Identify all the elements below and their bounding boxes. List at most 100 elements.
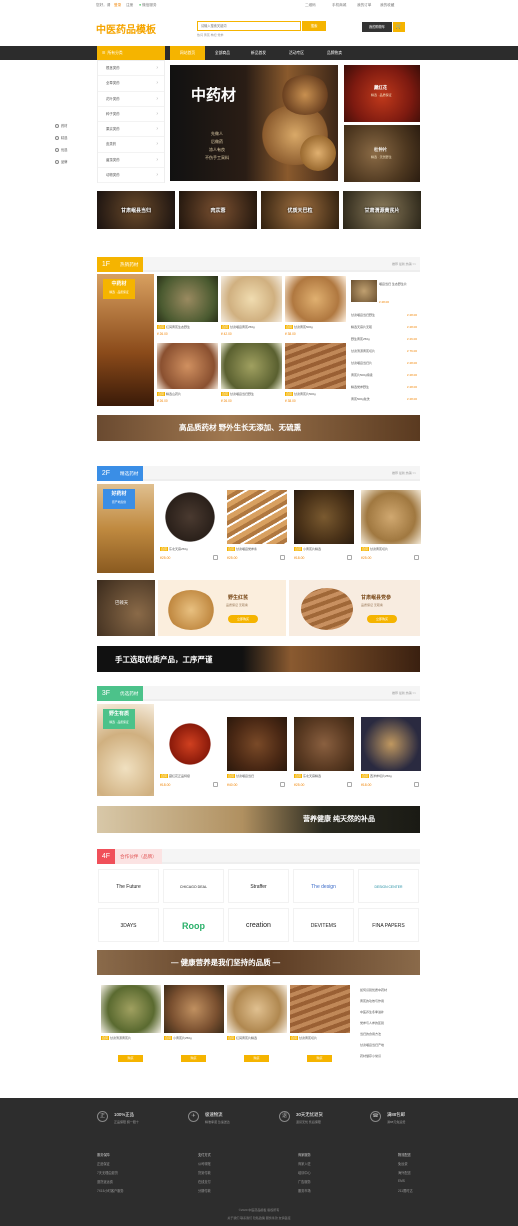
search-button[interactable]: 搜索 [302, 21, 326, 31]
footer-link[interactable]: 211限时达 [398, 1188, 413, 1193]
login-link[interactable]: 登录 [114, 0, 121, 10]
news-item[interactable]: 党参与人参的区别 [360, 1021, 420, 1025]
product-card[interactable]: 自营 甘肃岷县党参条 ¥25.00 [227, 490, 287, 565]
category-item[interactable]: 动物类药 [98, 168, 164, 184]
hero-banner[interactable] [170, 65, 338, 181]
list-item[interactable]: 甘肃渭源黄芪切片 ¥ 76.00 [351, 349, 417, 353]
footer-link[interactable]: EMS [398, 1179, 405, 1183]
footer-links[interactable]: 关于我们 联系我们 隐私政策 服务条款 友情链接 [0, 1216, 518, 1220]
float-nav-brand[interactable]: 品牌 [55, 157, 73, 167]
promo-eucommia[interactable]: 杜仲片 精选 · 天然野生 [344, 125, 420, 182]
buy-button[interactable]: 购买 [307, 1055, 332, 1062]
news-item[interactable]: 如何识别优质中药材 [360, 988, 420, 992]
nav-home[interactable]: 网站首页 [170, 46, 205, 60]
list-item[interactable]: 黄芪片500g特级 ¥ 28.00 [351, 373, 417, 377]
nav-brand[interactable]: 品牌热卖 [317, 46, 352, 60]
cart-count[interactable]: 🛒 [393, 22, 405, 32]
buy-button[interactable]: 购买 [181, 1055, 206, 1062]
product-card[interactable]: 自营 小黄芪片精选 ¥18.00 [294, 490, 354, 565]
promo-morinda[interactable]: 巴戟天 [97, 580, 155, 636]
nav-activity[interactable]: 活动专区 [279, 46, 314, 60]
tile-angelica[interactable]: 甘肃岷县当归 [97, 191, 175, 229]
promo-saffron[interactable]: 藏红花 精选 · 品质保证 [344, 65, 420, 122]
list-thumb[interactable] [351, 280, 377, 302]
buy-button[interactable]: 购买 [244, 1055, 269, 1062]
nav-new[interactable]: 新品首发 [241, 46, 276, 60]
partner-logo[interactable]: Roop [163, 908, 224, 942]
buy-now-button[interactable]: 立即购买 [367, 615, 397, 623]
strip-banner-3[interactable]: 营养健康 纯天然的补品 [97, 806, 420, 833]
category-item[interactable]: 根茎类药 [98, 61, 164, 77]
footer-link[interactable]: 货到付款 [198, 1170, 211, 1175]
footer-link[interactable]: 培训中心 [298, 1170, 311, 1175]
category-item[interactable]: 菌藻类药 [98, 153, 164, 169]
footer-link[interactable]: 7天无理由退货 [97, 1170, 118, 1175]
strip-banner-4[interactable]: — 健康营养是我们坚持的品质 — [97, 950, 420, 975]
search-input[interactable] [197, 21, 301, 31]
buy-button[interactable]: 购买 [118, 1055, 143, 1062]
partner-logo[interactable]: CHICAGO DEAL [163, 869, 224, 903]
cart-button[interactable]: 我的购物车 [362, 22, 392, 32]
category-item[interactable]: 花叶类药 [98, 92, 164, 107]
partner-logo[interactable]: DEVITEMS [293, 908, 354, 942]
list-item[interactable]: 精选党参野生 ¥ 28.00 [351, 385, 417, 389]
category-item[interactable]: 果实类药 [98, 122, 164, 138]
partner-logo[interactable]: Straffer [228, 869, 289, 903]
register-link[interactable]: 注册 [126, 0, 133, 10]
qr-link[interactable]: 二维码 [305, 0, 316, 10]
tile-cistanche[interactable]: 肉苁蓉 [179, 191, 257, 229]
list-item[interactable]: 甘肃岷县当归片 ¥ 28.00 [351, 361, 417, 365]
list-item[interactable]: 黄芪500g免洗 ¥ 28.00 [351, 397, 417, 401]
category-item[interactable]: 全草类药 [98, 76, 164, 92]
footer-link[interactable]: 公司转账 [198, 1161, 211, 1166]
footer-link[interactable]: 分期付款 [198, 1188, 211, 1193]
footer-link[interactable]: 服务市场 [298, 1188, 311, 1193]
list-item[interactable]: 甘肃岷县当归野生 ¥ 28.00 [351, 313, 417, 317]
product-card[interactable]: 自营 藏红花正品特级 ¥18.00 [160, 717, 220, 792]
partner-logo[interactable]: creation [228, 908, 289, 942]
footer-link[interactable]: 商家入驻 [298, 1161, 311, 1166]
product-card[interactable]: 自营 红润黄芪生态野生 ¥ 26.00 [157, 276, 218, 338]
partner-logo[interactable]: FINA PAPERS [358, 908, 419, 942]
list-item[interactable]: 岷县当归 生态野生片 [379, 282, 417, 286]
orders-link[interactable]: 我的订单 [357, 0, 371, 10]
footer-link[interactable]: 海外配送 [398, 1170, 411, 1175]
product-card[interactable]: 自营 甘肃黄芪切片 购买 [290, 985, 350, 1065]
partner-logo[interactable]: 3DAYS [98, 908, 159, 942]
footer-link[interactable]: 7X15小时客户服务 [97, 1188, 124, 1193]
product-card[interactable]: 自营 红润黄芪片精选 购买 [227, 985, 287, 1065]
category-item[interactable]: 种子类药 [98, 107, 164, 123]
strip-banner-2[interactable]: 手工选取优质产品，工序严谨 [97, 646, 420, 672]
news-item[interactable]: 中医养生冬季进补 [360, 1010, 420, 1014]
list-item[interactable]: 野生黄芪250g ¥ 26.00 [351, 337, 417, 341]
product-card[interactable]: 自营 甘肃黄芪片500g ¥ 38.00 [285, 343, 346, 405]
tile-astragalus[interactable]: 甘肃渭源黄芪片 [343, 191, 421, 229]
tile-gastrodia[interactable]: 优质天巴粒 [261, 191, 339, 229]
news-item[interactable]: 黄芪的功效与作用 [360, 999, 420, 1003]
product-card[interactable]: 自营 甘肃黄芪500g ¥ 38.00 [285, 276, 346, 338]
wechat-link[interactable]: ● 微信服务 [139, 0, 157, 10]
promo-red-astragalus[interactable]: 野生红芪 品质保证 无硫熏 立即购买 [158, 580, 286, 636]
float-nav-select[interactable]: 精选 [55, 133, 73, 143]
partner-logo[interactable]: The design [293, 869, 354, 903]
product-card[interactable]: 自营 甘肃岷县当归野生 ¥ 26.00 [221, 343, 282, 405]
news-item[interactable]: 药材储存小常识 [360, 1054, 420, 1058]
site-logo[interactable]: 中医药品模板 [96, 21, 156, 36]
footer-link[interactable]: 免运费 [398, 1161, 408, 1166]
footer-link[interactable]: 正品保证 [97, 1161, 110, 1166]
float-nav-herbs[interactable]: 药材 [55, 121, 73, 131]
footer-link[interactable]: 退货返运费 [97, 1179, 113, 1184]
list-item[interactable]: 精选天麻片无硫 ¥ 28.00 [351, 325, 417, 329]
product-card[interactable]: 自营 小黄芪片250g 购买 [164, 985, 224, 1065]
buy-now-button[interactable]: 立即购买 [228, 615, 258, 623]
phone-link[interactable]: 手机商城 [332, 0, 346, 10]
product-card[interactable]: 自营 甘肃黄芪切片 ¥25.00 [361, 490, 421, 565]
nav-all[interactable]: 全部商品 [205, 46, 240, 60]
product-card[interactable]: 自营 东北天麻250g ¥25.00 [160, 490, 220, 565]
product-card[interactable]: 自营 甘肃岷县黄芪250g ¥ 42.00 [221, 276, 282, 338]
all-categories-button[interactable]: ☰ 所有分类 [97, 46, 165, 60]
footer-link[interactable]: 广告服务 [298, 1179, 311, 1184]
strip-banner-1[interactable]: 高品质药材 野外生长无添加、无硫熏 [97, 415, 420, 441]
hot-words[interactable]: 热词 黄芪 枸杞 党参 [197, 33, 224, 37]
product-card[interactable]: 自营 精选山药片 ¥ 26.00 [157, 343, 218, 405]
